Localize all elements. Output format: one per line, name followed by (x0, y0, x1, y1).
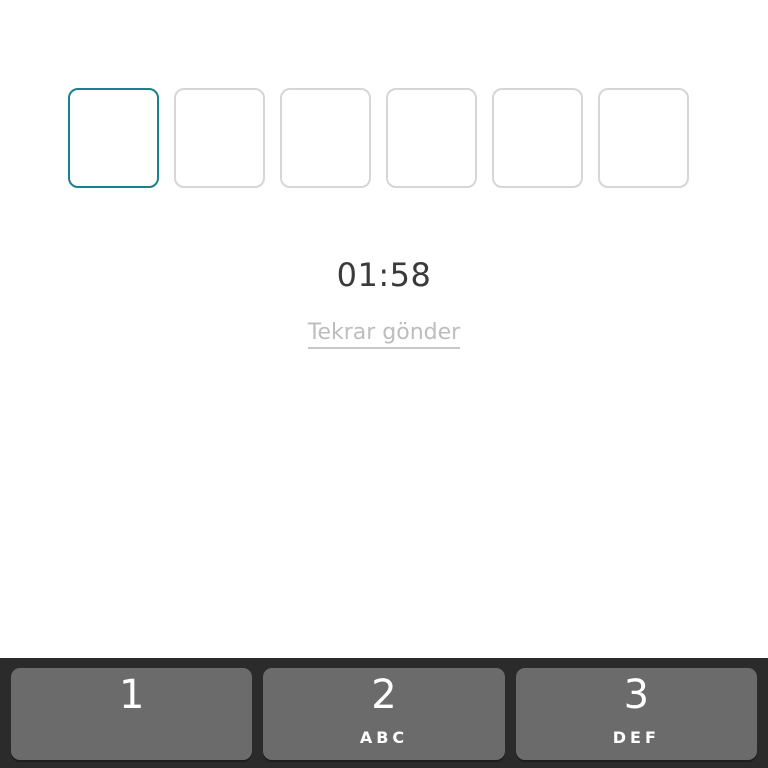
key-letters: ABC (359, 728, 409, 747)
key-digit: 1 (118, 672, 145, 718)
otp-digit-box-5[interactable] (492, 88, 583, 188)
countdown-timer: 01:58 (336, 256, 432, 294)
otp-digit-box-3[interactable] (280, 88, 371, 188)
otp-digit-box-1[interactable] (68, 88, 159, 188)
otp-code-input-group (68, 88, 689, 188)
keyboard-key-1[interactable]: 1 (11, 668, 253, 760)
otp-digit-box-4[interactable] (386, 88, 477, 188)
numeric-keyboard: 1 2 ABC 3 DEF (0, 658, 768, 768)
keyboard-key-3[interactable]: 3 DEF (515, 668, 757, 760)
key-digit: 3 (623, 672, 650, 718)
otp-digit-box-6[interactable] (598, 88, 689, 188)
keyboard-key-2[interactable]: 2 ABC (263, 668, 505, 760)
key-digit: 2 (371, 672, 397, 718)
key-letters: DEF (612, 728, 660, 747)
resend-container: Tekrar gönder (0, 320, 768, 349)
resend-link[interactable]: Tekrar gönder (307, 320, 461, 349)
otp-digit-box-2[interactable] (174, 88, 265, 188)
